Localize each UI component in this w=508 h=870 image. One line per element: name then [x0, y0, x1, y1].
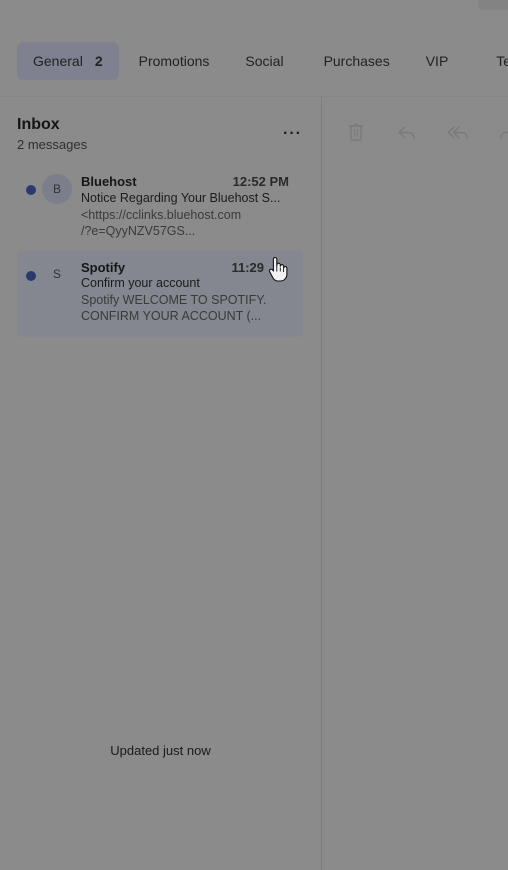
message-time: 11:29 — [231, 260, 264, 275]
message-sender: Bluehost — [81, 174, 137, 189]
message-preview: Spotify WELCOME TO SPOTIFY. CONFIRM YOUR… — [81, 292, 295, 324]
message-preview-line: Spotify WELCOME TO SPOTIFY. — [81, 293, 267, 307]
sync-status: Updated just now — [110, 743, 211, 758]
inbox-title: Inbox — [17, 116, 60, 133]
hand-cursor-icon — [268, 256, 288, 282]
message-subject: Notice Regarding Your Bluehost S... — [81, 191, 281, 205]
tab-social[interactable]: Social — [245, 42, 283, 80]
message-sender: Spotify — [81, 260, 126, 275]
tab-general-label: General — [33, 53, 83, 69]
avatar: B — [42, 174, 72, 204]
forward-icon[interactable] — [497, 122, 508, 142]
reply-all-icon[interactable] — [447, 122, 469, 142]
message-time: 12:52 PM — [232, 174, 289, 189]
unread-dot-icon — [26, 185, 36, 195]
avatar: S — [52, 267, 61, 281]
message-item-bluehost[interactable]: B Bluehost 12:52 PM Notice Regarding You… — [17, 167, 303, 253]
message-preview-line: CONFIRM YOUR ACCOUNT (... — [81, 309, 262, 323]
tab-general[interactable]: General 2 — [17, 42, 119, 80]
more-options-button[interactable]: ··· — [283, 125, 302, 143]
category-tabs: General 2 Promotions Social Purchases VI… — [17, 42, 508, 80]
message-preview-line: /?e=QyyNZV57GS... — [81, 224, 196, 238]
trash-icon[interactable] — [345, 122, 367, 142]
unread-dot-icon — [26, 271, 36, 281]
tab-promotions[interactable]: Promotions — [139, 42, 210, 80]
tab-test[interactable]: Tes — [496, 42, 508, 80]
tab-purchases[interactable]: Purchases — [324, 42, 390, 80]
inbox-message-count: 2 messages — [17, 137, 88, 152]
message-preview: <https://cclinks.bluehost.com /?e=QyyNZV… — [81, 207, 295, 239]
tab-vip[interactable]: VIP — [426, 42, 449, 80]
message-subject: Confirm your account — [81, 276, 200, 290]
message-item-spotify[interactable]: S Spotify 11:29 Confirm your account Spo… — [17, 251, 303, 337]
message-preview-line: <https://cclinks.bluehost.com — [81, 208, 242, 222]
window-corner — [478, 0, 508, 10]
reply-icon[interactable] — [396, 122, 418, 142]
tab-general-count: 2 — [94, 53, 103, 69]
mail-app: General 2 Promotions Social Purchases VI… — [0, 0, 508, 870]
